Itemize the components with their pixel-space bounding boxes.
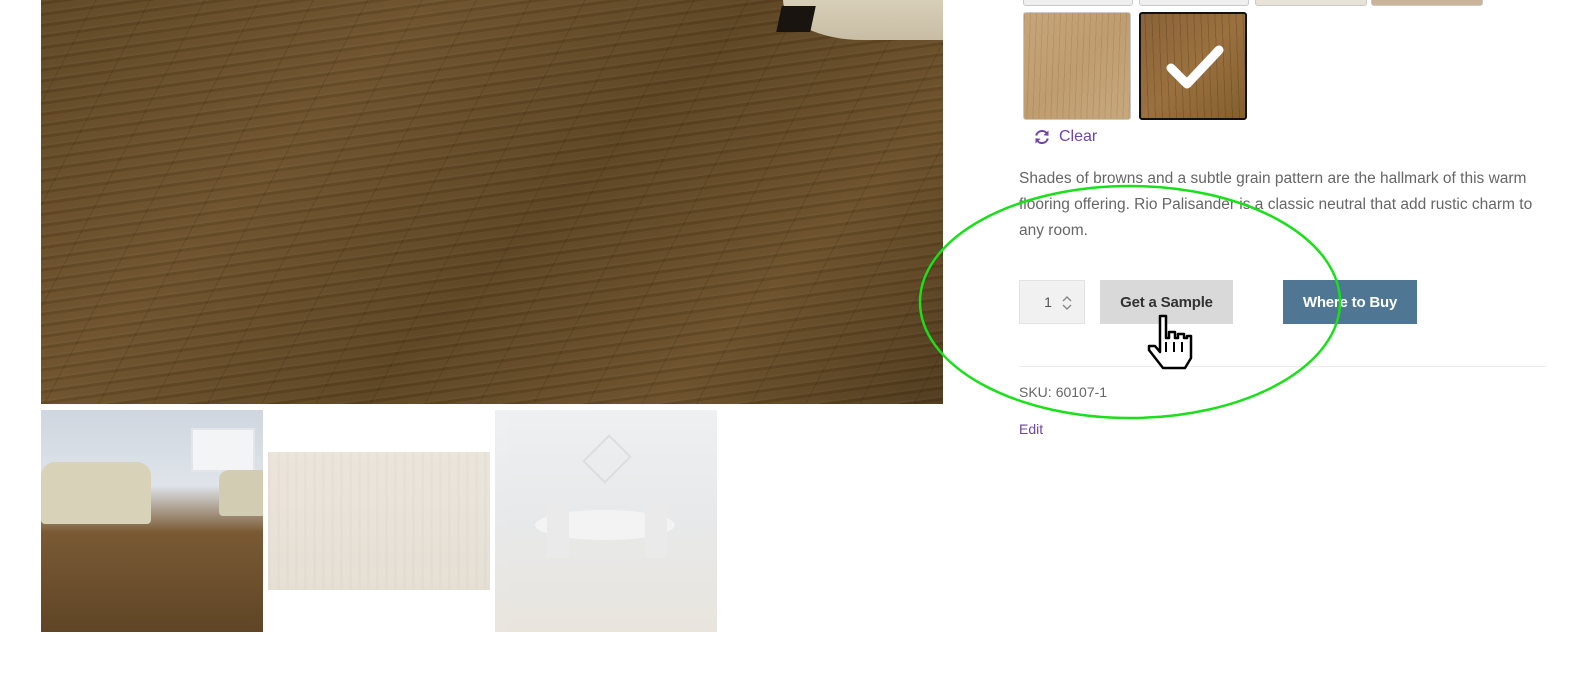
sku-value: 60107-1 xyxy=(1055,384,1108,400)
clear-label: Clear xyxy=(1059,128,1098,145)
thumbnail-dining-room[interactable] xyxy=(495,410,717,632)
product-page: Clear Shades of browns and a subtle grai… xyxy=(0,0,1588,684)
chandelier xyxy=(582,434,632,484)
check-icon xyxy=(1166,45,1224,89)
swatch-partial[interactable] xyxy=(1023,0,1133,6)
sofa xyxy=(41,462,151,524)
chair xyxy=(547,498,569,558)
sku-line: SKU: 60107-1 xyxy=(1019,384,1107,400)
thumbnail-plank-sample[interactable] xyxy=(268,452,490,590)
swatch-partial[interactable] xyxy=(1255,0,1367,6)
get-sample-button[interactable]: Get a Sample xyxy=(1100,280,1233,324)
stepper-arrows-icon[interactable] xyxy=(1060,293,1074,313)
divider xyxy=(1019,366,1546,367)
edit-link[interactable]: Edit xyxy=(1019,421,1043,437)
refresh-icon xyxy=(1035,129,1049,145)
thumbnail-living-room[interactable] xyxy=(41,410,263,632)
product-description: Shades of browns and a subtle grain patt… xyxy=(1019,170,1533,239)
where-to-buy-button[interactable]: Where to Buy xyxy=(1283,280,1417,324)
armchair xyxy=(219,470,263,516)
window xyxy=(191,428,255,472)
sofa-leg xyxy=(776,6,816,32)
chair xyxy=(645,498,667,558)
swatch-selected[interactable] xyxy=(1139,12,1247,120)
clear-button[interactable]: Clear xyxy=(1033,126,1097,148)
sku-label: SKU: xyxy=(1019,384,1052,400)
main-product-image[interactable] xyxy=(41,0,943,404)
swatch-partial[interactable] xyxy=(1139,0,1249,6)
quantity-value: 1 xyxy=(1044,294,1052,310)
quantity-stepper[interactable]: 1 xyxy=(1019,280,1085,324)
swatch-light-oak[interactable] xyxy=(1023,12,1131,120)
swatch-partial[interactable] xyxy=(1371,0,1483,6)
